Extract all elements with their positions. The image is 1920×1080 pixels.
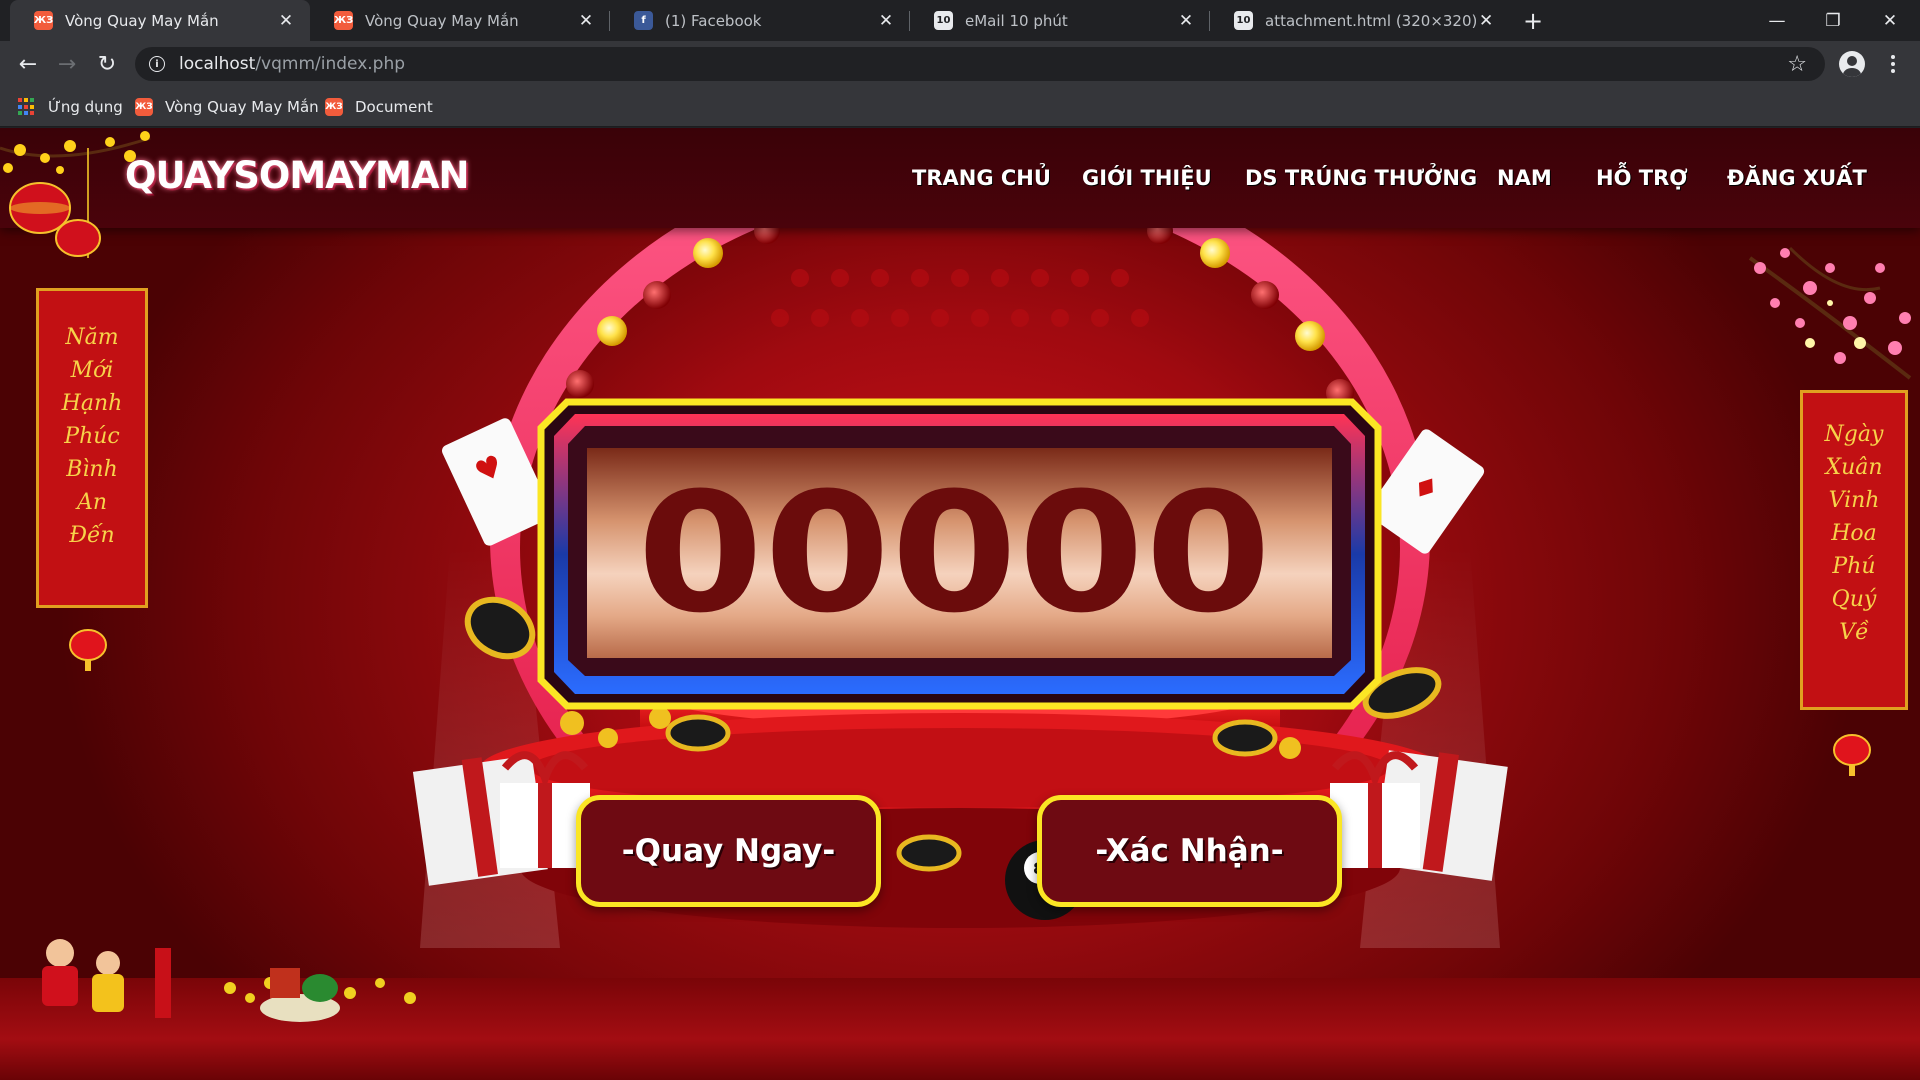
reload-button[interactable]: ↻ bbox=[92, 49, 122, 79]
close-icon[interactable]: ✕ bbox=[1176, 11, 1196, 31]
xampp-icon: ЖЗ bbox=[334, 11, 353, 30]
minimize-button[interactable]: — bbox=[1749, 0, 1805, 41]
nav-home[interactable]: TRANG CHỦ bbox=[912, 166, 1051, 190]
bookmark-vong-quay[interactable]: ЖЗ Vòng Quay May Mắn bbox=[135, 95, 319, 119]
bookmark-label: Vòng Quay May Mắn bbox=[165, 98, 319, 116]
ten-icon: 10 bbox=[1234, 11, 1253, 30]
apps-grid-icon bbox=[18, 98, 36, 116]
nav-winners-list[interactable]: DS TRÚNG THƯỞNG bbox=[1245, 166, 1477, 190]
back-button[interactable]: ← bbox=[13, 49, 43, 79]
lantern-icon bbox=[1833, 734, 1871, 776]
couplet-word: Phúc bbox=[64, 424, 120, 449]
nav-support[interactable]: HỖ TRỢ bbox=[1596, 166, 1688, 190]
number-display: 0 0 0 0 0 bbox=[585, 448, 1330, 658]
browser-toolbar: ← → ↻ i localhost/vqmm/index.php ☆ bbox=[0, 41, 1920, 87]
couplet-word: Quý bbox=[1831, 587, 1877, 612]
lantern-icon bbox=[69, 629, 107, 671]
close-icon[interactable]: ✕ bbox=[576, 11, 596, 31]
xampp-icon: ЖЗ bbox=[135, 98, 153, 116]
couplet-word: Ngày bbox=[1824, 422, 1884, 447]
nav-logout[interactable]: ĐĂNG XUẤT bbox=[1727, 166, 1867, 190]
digit: 0 bbox=[1145, 457, 1278, 649]
couplet-word: Vinh bbox=[1828, 488, 1880, 513]
nav-about[interactable]: GIỚI THIỆU bbox=[1082, 166, 1212, 190]
window-close-button[interactable]: ✕ bbox=[1862, 0, 1918, 41]
digit: 0 bbox=[1018, 457, 1151, 649]
couplet-word: Năm bbox=[65, 325, 119, 350]
nav-user-name[interactable]: NAM bbox=[1497, 166, 1552, 190]
peach-blossom-decoration bbox=[1748, 246, 1912, 380]
ten-icon: 10 bbox=[934, 11, 953, 30]
bookmarks-bar: Ứng dụng ЖЗ Vòng Quay May Mắn ЖЗ Documen… bbox=[0, 87, 1920, 127]
couplet-word: Bình bbox=[66, 457, 118, 482]
xampp-icon: ЖЗ bbox=[325, 98, 343, 116]
tab-email[interactable]: 10 eMail 10 phút ✕ bbox=[910, 0, 1210, 41]
main-nav: TRANG CHỦ GIỚI THIỆU DS TRÚNG THƯỞNG NAM… bbox=[0, 166, 1920, 196]
tab-title: Vòng Quay May Mắn bbox=[65, 11, 219, 30]
bookmark-apps[interactable]: Ứng dụng bbox=[18, 95, 123, 119]
browser-menu-icon[interactable] bbox=[1880, 51, 1906, 77]
couplet-banner-left: Năm Mới Hạnh Phúc Bình An Đến bbox=[36, 288, 148, 608]
tet-festival-decoration bbox=[42, 939, 416, 1022]
info-icon[interactable]: i bbox=[149, 56, 165, 72]
profile-icon[interactable] bbox=[1839, 51, 1865, 77]
new-tab-button[interactable]: + bbox=[1520, 7, 1546, 35]
couplet-word: Hoa bbox=[1831, 521, 1877, 546]
spin-button[interactable]: -Quay Ngay- bbox=[576, 795, 881, 907]
tab-facebook[interactable]: f (1) Facebook ✕ bbox=[610, 0, 910, 41]
apricot-blossom-decoration bbox=[0, 131, 151, 258]
tab-title: (1) Facebook bbox=[665, 11, 762, 30]
bookmark-document[interactable]: ЖЗ Document bbox=[325, 95, 433, 119]
close-icon[interactable]: ✕ bbox=[1476, 11, 1496, 31]
close-icon[interactable]: ✕ bbox=[276, 11, 296, 31]
couplet-word: Đến bbox=[69, 523, 115, 548]
site-header: QUAYSOMAYMAN TRANG CHỦ GIỚI THIỆU DS TRÚ… bbox=[0, 128, 1920, 228]
couplet-banner-right: Ngày Xuân Vinh Hoa Phú Quý Về bbox=[1800, 390, 1908, 710]
couplet-word: Xuân bbox=[1825, 455, 1883, 480]
tab-title: attachment.html (320×320) bbox=[1265, 11, 1477, 30]
bookmark-star-icon[interactable]: ☆ bbox=[1787, 52, 1807, 77]
tab-vong-quay[interactable]: ЖЗ Vòng Quay May Mắn ✕ bbox=[310, 0, 610, 41]
couplet-word: Hạnh bbox=[61, 391, 123, 416]
couplet-word: Mới bbox=[70, 358, 114, 383]
bookmark-label: Document bbox=[355, 98, 433, 116]
tab-title: eMail 10 phút bbox=[965, 11, 1068, 30]
close-icon[interactable]: ✕ bbox=[876, 11, 896, 31]
address-bar[interactable]: i localhost/vqmm/index.php ☆ bbox=[135, 47, 1825, 81]
digit: 0 bbox=[637, 457, 770, 649]
tab-attachment[interactable]: 10 attachment.html (320×320) ✕ bbox=[1210, 0, 1510, 41]
couplet-word: An bbox=[76, 490, 108, 515]
bookmark-label: Ứng dụng bbox=[48, 98, 123, 116]
page-viewport: ♥ ♦ 8 bbox=[0, 128, 1920, 1080]
facebook-icon: f bbox=[634, 11, 653, 30]
tab-strip: ЖЗ Vòng Quay May Mắn ✕ ЖЗ Vòng Quay May … bbox=[0, 0, 1920, 41]
couplet-word: Về bbox=[1839, 620, 1869, 645]
couplet-word: Phú bbox=[1832, 554, 1876, 579]
forward-button[interactable]: → bbox=[52, 49, 82, 79]
restore-button[interactable]: ❐ bbox=[1805, 0, 1861, 41]
digit: 0 bbox=[764, 457, 897, 649]
tab-vong-quay-active[interactable]: ЖЗ Vòng Quay May Mắn ✕ bbox=[10, 0, 310, 41]
xampp-icon: ЖЗ bbox=[34, 11, 53, 30]
tab-title: Vòng Quay May Mắn bbox=[365, 11, 519, 30]
digit: 0 bbox=[891, 457, 1024, 649]
url-path: /vqmm/index.php bbox=[255, 54, 406, 74]
url-host: localhost bbox=[179, 54, 256, 74]
confirm-button[interactable]: -Xác Nhận- bbox=[1037, 795, 1342, 907]
